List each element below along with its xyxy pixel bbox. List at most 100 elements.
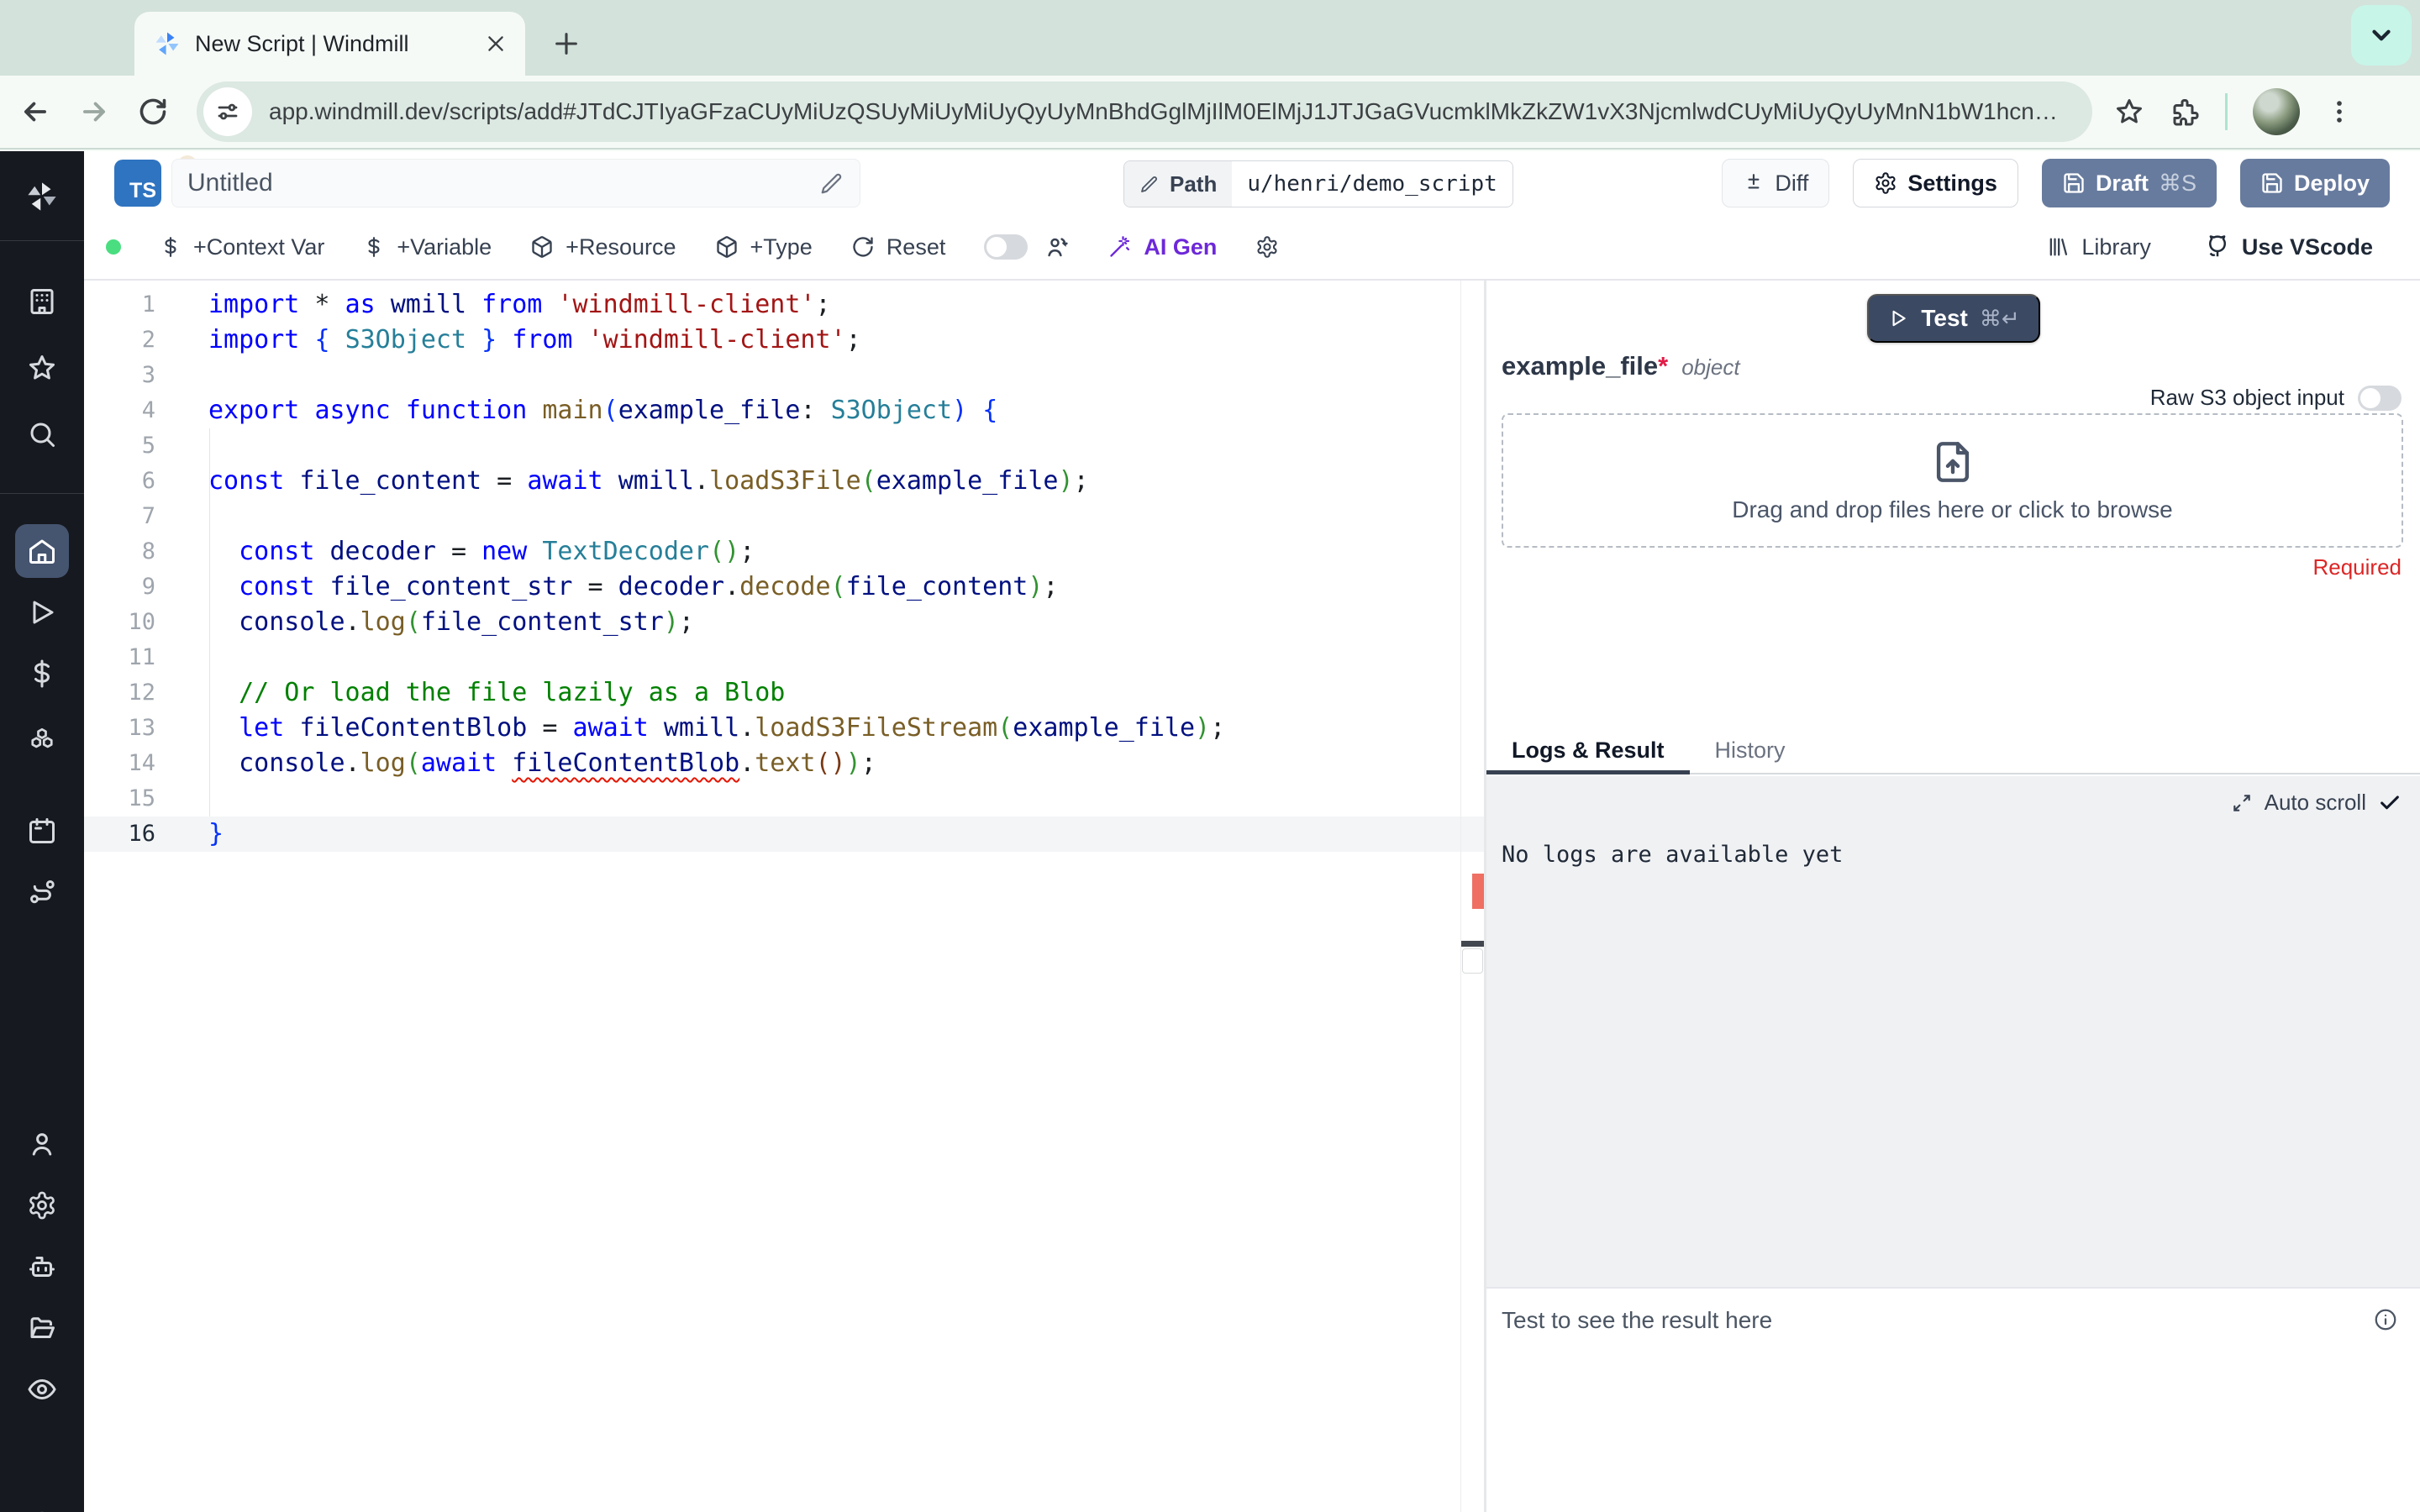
line-number: 11	[128, 644, 155, 670]
tab-search-chevron-icon[interactable]	[2351, 5, 2412, 66]
edit-pencil-icon[interactable]	[819, 171, 844, 196]
sidebar-item-schedules[interactable]	[15, 804, 69, 858]
reload-icon[interactable]	[129, 88, 176, 135]
bookmark-star-icon[interactable]	[2114, 97, 2144, 127]
sidebar-item-variables[interactable]	[15, 647, 69, 701]
sidebar-item-resources[interactable]	[15, 708, 69, 762]
windmill-favicon	[153, 29, 182, 58]
sidebar-item-flows[interactable]	[15, 865, 69, 919]
draft-button[interactable]: Draft ⌘S	[2041, 159, 2217, 207]
sidebar-item-workspace[interactable]	[15, 275, 69, 328]
sidebar-item-help-icon[interactable]	[15, 1497, 69, 1512]
address-bar[interactable]: app.windmill.dev/scripts/add#JTdCJTIyaGF…	[197, 81, 2092, 142]
sidebar-item-workers-robot-icon[interactable]	[15, 1240, 69, 1294]
add-context-var-button[interactable]: +Context Var	[160, 234, 324, 260]
new-tab-plus-icon[interactable]	[544, 22, 588, 66]
sidebar-item-favorites[interactable]	[15, 341, 69, 395]
code-line-6[interactable]: 6 const file_content = await wmill.loadS3…	[84, 464, 1484, 499]
settings-button[interactable]: Settings	[1853, 159, 2018, 207]
code-line-5[interactable]: 5	[84, 428, 1484, 464]
magic-wand-icon	[1110, 236, 1130, 257]
auto-scroll-control[interactable]: Auto scroll	[2231, 790, 2402, 816]
code-line-7[interactable]: 7	[84, 499, 1484, 534]
test-shortcut: ⌘↵	[1979, 305, 2020, 331]
sidebar-item-settings-gear-icon[interactable]	[15, 1179, 69, 1232]
sidebar-item-user-icon[interactable]	[15, 1117, 69, 1171]
forward-arrow-icon[interactable]	[71, 88, 118, 135]
sidebar-item-search-icon[interactable]	[15, 407, 69, 461]
info-icon[interactable]	[2373, 1307, 2398, 1332]
sidebar-divider	[0, 493, 84, 494]
profile-avatar[interactable]	[2253, 88, 2300, 135]
add-resource-button[interactable]: +Resource	[530, 234, 676, 260]
test-button[interactable]: Test ⌘↵	[1867, 294, 2040, 343]
script-summary-input[interactable]: Untitled	[171, 159, 860, 207]
line-number: 12	[128, 680, 155, 706]
library-button[interactable]: Library	[2046, 234, 2151, 260]
code-line-1[interactable]: 1 import * as wmill from 'windmill-client…	[84, 287, 1484, 323]
code-lines: 1 import * as wmill from 'windmill-client…	[84, 287, 1484, 852]
extensions-puzzle-icon[interactable]	[2170, 97, 2200, 127]
path-edit-pencil-icon	[1141, 176, 1157, 192]
back-arrow-icon[interactable]	[12, 88, 59, 135]
path-button[interactable]: Path u/henri/demo_script	[1123, 160, 1513, 207]
code-line-2[interactable]: 2 import { S3Object } from 'windmill-clie…	[84, 323, 1484, 358]
url-text[interactable]: app.windmill.dev/scripts/add#JTdCJTIyaGF…	[269, 98, 2069, 125]
tab-close-icon[interactable]	[485, 33, 507, 55]
code-line-16[interactable]: 16}	[84, 816, 1484, 852]
ts-label: TS	[129, 179, 156, 202]
editor-handle[interactable]	[1462, 948, 1483, 974]
sidebar-item-home[interactable]	[15, 524, 69, 578]
code-line-8[interactable]: 8 const decoder = new TextDecoder();	[84, 534, 1484, 570]
sidebar-divider	[0, 240, 84, 241]
sidebar-item-runs[interactable]	[15, 585, 69, 639]
typescript-language-badge[interactable]: TS	[114, 153, 200, 207]
play-icon	[1892, 310, 1907, 327]
line-number: 8	[141, 538, 155, 564]
code-line-12[interactable]: 12 // Or load the file lazily as a Blob	[84, 675, 1484, 711]
windmill-logo-icon[interactable]	[15, 170, 69, 223]
reset-button[interactable]: Reset	[851, 234, 945, 260]
draft-shortcut: ⌘S	[2158, 170, 2196, 196]
code-editor[interactable]: 1 import * as wmill from 'windmill-client…	[84, 281, 1484, 1512]
argument-name: example_file	[1502, 351, 1659, 381]
kebab-menu-icon[interactable]	[2325, 97, 2354, 126]
line-number: 1	[141, 291, 155, 318]
argument-type: object	[1681, 354, 1740, 380]
deploy-button[interactable]: Deploy	[2239, 159, 2390, 207]
multiplayer-toggle[interactable]	[984, 234, 1028, 260]
tab-logs-result[interactable]: Logs & Result	[1486, 727, 1690, 774]
status-dot	[106, 239, 121, 255]
code-line-3[interactable]: 3	[84, 358, 1484, 393]
tab-history[interactable]: History	[1690, 727, 1811, 773]
sidebar-item-folders-icon[interactable]	[15, 1301, 69, 1355]
site-settings-icon[interactable]	[203, 87, 252, 136]
ai-gen-button[interactable]: AI Gen	[1108, 234, 1217, 260]
browser-tab[interactable]: New Script | Windmill	[134, 12, 525, 76]
sidebar-item-audit-eye-icon[interactable]	[15, 1362, 69, 1416]
tab-title: New Script | Windmill	[195, 30, 409, 56]
line-number: 13	[128, 715, 155, 741]
editor-settings-gear-icon[interactable]	[1255, 235, 1279, 259]
code-line-15[interactable]: 15	[84, 781, 1484, 816]
script-header: TS Untitled Path u/henri/demo_script Dif…	[84, 151, 2420, 215]
scrollbar-marker[interactable]	[1461, 941, 1484, 947]
code-line-4[interactable]: 4 export async function main(example_file…	[84, 393, 1484, 428]
line-number: 5	[141, 433, 155, 459]
multiplayer-users-icon[interactable]	[1044, 234, 1070, 260]
file-dropzone[interactable]: Drag and drop files here or click to bro…	[1502, 413, 2403, 548]
error-marker	[1472, 874, 1484, 909]
diff-button[interactable]: Diff	[1722, 159, 1830, 207]
code-line-9[interactable]: 9 const file_content_str = decoder.decod…	[84, 570, 1484, 605]
raw-s3-toggle[interactable]	[2358, 385, 2402, 411]
add-type-button[interactable]: +Type	[715, 234, 813, 260]
code-line-13[interactable]: 13 let fileContentBlob = await wmill.loa…	[84, 711, 1484, 746]
use-vscode-button[interactable]: Use VScode	[2205, 234, 2373, 260]
code-line-14[interactable]: 14 console.log(await fileContentBlob.tex…	[84, 746, 1484, 781]
code-line-11[interactable]: 11	[84, 640, 1484, 675]
add-variable-button[interactable]: +Variable	[363, 234, 492, 260]
line-number: 10	[128, 609, 155, 635]
browser-tab-strip: New Script | Windmill	[0, 0, 2420, 76]
toolbar-separator	[2225, 93, 2228, 130]
code-line-10[interactable]: 10 console.log(file_content_str);	[84, 605, 1484, 640]
